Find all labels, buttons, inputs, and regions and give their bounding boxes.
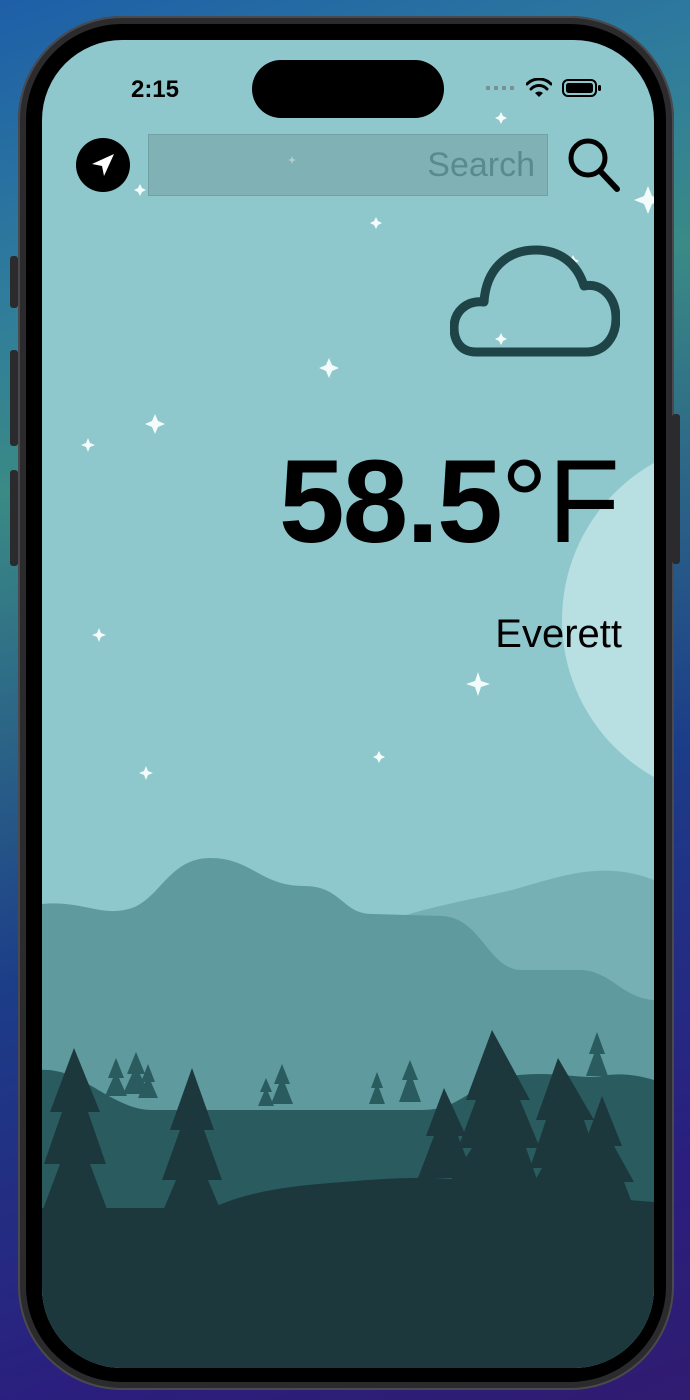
app-screen: 2:15 58 — [42, 40, 654, 1368]
dynamic-island — [252, 60, 444, 118]
temperature-value: 58.5 — [279, 436, 503, 568]
star — [370, 217, 382, 229]
location-arrow-icon — [92, 154, 114, 176]
star — [81, 438, 95, 452]
action-button — [10, 256, 18, 308]
status-time: 2:15 — [130, 76, 180, 103]
star — [319, 358, 339, 378]
city-name: Everett — [495, 612, 622, 656]
magnifier-icon[interactable] — [566, 136, 622, 194]
power-button — [672, 414, 680, 564]
status-icons — [486, 78, 602, 98]
star — [634, 186, 654, 214]
star — [139, 766, 153, 780]
night-landscape-background — [42, 112, 654, 1368]
current-location-button[interactable] — [76, 138, 130, 192]
star — [495, 112, 507, 124]
volume-down-button — [10, 470, 18, 566]
battery-icon — [562, 79, 601, 97]
star — [373, 751, 385, 763]
temperature-display: 58.5°F — [279, 432, 620, 572]
star — [92, 628, 106, 642]
star — [134, 184, 146, 196]
cellular-signal-icon — [486, 86, 514, 90]
cloud-icon — [450, 245, 620, 357]
star — [145, 414, 165, 434]
wifi-icon — [526, 78, 552, 97]
volume-up-button — [10, 350, 18, 446]
star — [466, 672, 490, 696]
temperature-unit: °F — [500, 436, 620, 568]
search-input[interactable] — [148, 134, 548, 196]
